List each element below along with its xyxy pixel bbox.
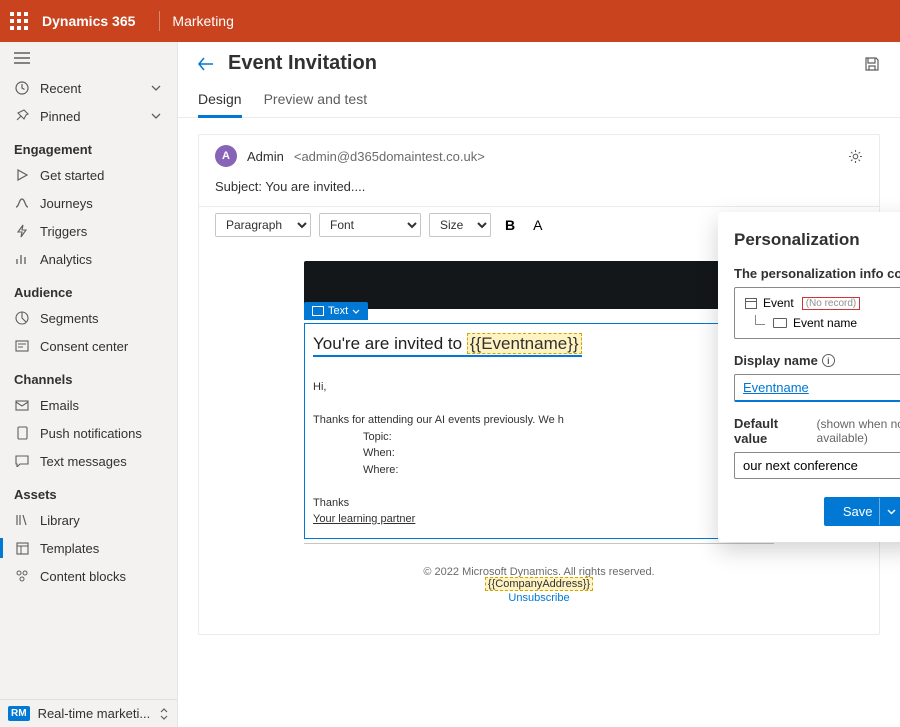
nav-library[interactable]: Library — [0, 506, 177, 534]
sender-name: Admin — [247, 149, 284, 164]
info-icon[interactable]: i — [822, 354, 835, 367]
page-header: Event Invitation — [178, 42, 900, 79]
template-icon — [14, 540, 30, 556]
play-icon — [14, 167, 30, 183]
settings-gear-icon[interactable] — [848, 149, 863, 164]
save-button[interactable]: Save — [824, 497, 900, 526]
area-badge: RM — [8, 706, 30, 721]
main-content: Event Invitation Design Preview and test… — [178, 42, 900, 727]
left-nav: Recent Pinned Engagement Get started Jou… — [0, 42, 178, 727]
source-entity: Event — [763, 296, 794, 310]
paragraph-select[interactable]: Paragraph — [215, 213, 311, 237]
nav-segments[interactable]: Segments — [0, 304, 177, 332]
sender-avatar: A — [215, 145, 237, 167]
subject-row[interactable]: Subject: You are invited.... — [199, 175, 879, 206]
save-split-chevron[interactable] — [879, 498, 900, 525]
nav-journeys[interactable]: Journeys — [0, 189, 177, 217]
nav-header-assets: Assets — [0, 475, 177, 506]
source-field: Event name — [793, 316, 857, 330]
mail-icon — [14, 397, 30, 413]
text-block-selected[interactable]: Text You're are invited to {{Eventname}}… — [304, 323, 774, 539]
nav-get-started[interactable]: Get started — [0, 161, 177, 189]
block-type-pill[interactable]: Text — [304, 302, 368, 320]
default-value-input[interactable] — [734, 452, 900, 479]
hero-block[interactable]: C — [304, 261, 774, 309]
lightning-icon — [14, 223, 30, 239]
nav-templates[interactable]: Templates — [0, 534, 177, 562]
nav-area-switcher[interactable]: RM Real-time marketi... — [0, 699, 177, 727]
nav-content-blocks[interactable]: Content blocks — [0, 562, 177, 590]
email-footer-block — [304, 543, 774, 548]
calendar-icon — [745, 298, 757, 309]
personalization-flyout: Personalization The personalization info… — [718, 212, 900, 542]
nav-collapse-button[interactable] — [0, 42, 177, 74]
token-company-address[interactable]: {{CompanyAddress}} — [485, 577, 593, 591]
updown-icon — [159, 707, 169, 721]
text-block-icon — [312, 306, 324, 316]
tab-design[interactable]: Design — [198, 79, 242, 117]
size-select[interactable]: Size — [429, 213, 491, 237]
nav-header-audience: Audience — [0, 273, 177, 304]
nav-emails[interactable]: Emails — [0, 391, 177, 419]
default-value-label: Default value (shown when no data is ava… — [734, 416, 900, 446]
save-icon[interactable] — [864, 56, 880, 72]
tree-connector-icon — [755, 315, 765, 325]
editor-tabs: Design Preview and test — [178, 79, 900, 118]
display-name-input[interactable] — [734, 374, 900, 402]
nav-push[interactable]: Push notifications — [0, 419, 177, 447]
sender-email: <admin@d365domaintest.co.uk> — [294, 149, 485, 164]
chevron-down-icon — [151, 85, 163, 91]
page-title: Event Invitation — [228, 52, 377, 75]
nav-text-messages[interactable]: Text messages — [0, 447, 177, 475]
app-launcher-icon[interactable] — [10, 12, 28, 30]
journeys-icon — [14, 195, 30, 211]
app-area-label[interactable]: Marketing — [172, 13, 233, 29]
nav-header-channels: Channels — [0, 360, 177, 391]
chat-icon — [14, 453, 30, 469]
tab-preview[interactable]: Preview and test — [264, 79, 368, 117]
blocks-icon — [14, 568, 30, 584]
brand-label[interactable]: Dynamics 365 — [42, 13, 135, 29]
email-body: C Text You're are invited to {{Eventname… — [304, 261, 774, 604]
source-selector[interactable]: Event (No record) Event name — [734, 287, 900, 339]
font-select[interactable]: Font — [319, 213, 421, 237]
back-button[interactable] — [198, 57, 214, 71]
nav-pinned[interactable]: Pinned — [0, 102, 177, 130]
nav-consent-center[interactable]: Consent center — [0, 332, 177, 360]
app-topbar: Dynamics 365 Marketing — [0, 0, 900, 42]
nav-recent[interactable]: Recent — [0, 74, 177, 102]
subject-label: Subject: — [215, 179, 262, 194]
consent-icon — [14, 338, 30, 354]
nav-triggers[interactable]: Triggers — [0, 217, 177, 245]
bold-button[interactable]: B — [499, 217, 521, 233]
segments-icon — [14, 310, 30, 326]
phone-icon — [14, 425, 30, 441]
subject-value: You are invited.... — [265, 179, 365, 194]
unsubscribe-link[interactable]: Unsubscribe — [304, 592, 774, 604]
no-record-badge: (No record) — [802, 297, 861, 310]
from-row: A Admin <admin@d365domaintest.co.uk> — [199, 135, 879, 175]
nav-analytics[interactable]: Analytics — [0, 245, 177, 273]
nav-header-engagement: Engagement — [0, 130, 177, 161]
topbar-divider — [159, 11, 160, 31]
chevron-down-icon — [151, 113, 163, 119]
email-heading[interactable]: You're are invited to {{Eventname}} — [313, 334, 582, 357]
font-color-button[interactable]: A — [529, 217, 546, 233]
display-name-label: Display namei — [734, 353, 900, 368]
library-icon — [14, 512, 30, 528]
area-label: Real-time marketi... — [38, 706, 151, 721]
clock-icon — [14, 80, 30, 96]
email-body-text[interactable]: Hi, Thanks for attending our AI events p… — [313, 379, 765, 528]
source-label: The personalization info comes from — [734, 266, 900, 281]
flyout-title: Personalization — [734, 230, 900, 250]
pin-icon — [14, 108, 30, 124]
chart-icon — [14, 251, 30, 267]
token-eventname[interactable]: {{Eventname}} — [467, 333, 582, 354]
field-icon — [773, 318, 787, 328]
email-copyright: © 2022 Microsoft Dynamics. All rights re… — [304, 566, 774, 604]
